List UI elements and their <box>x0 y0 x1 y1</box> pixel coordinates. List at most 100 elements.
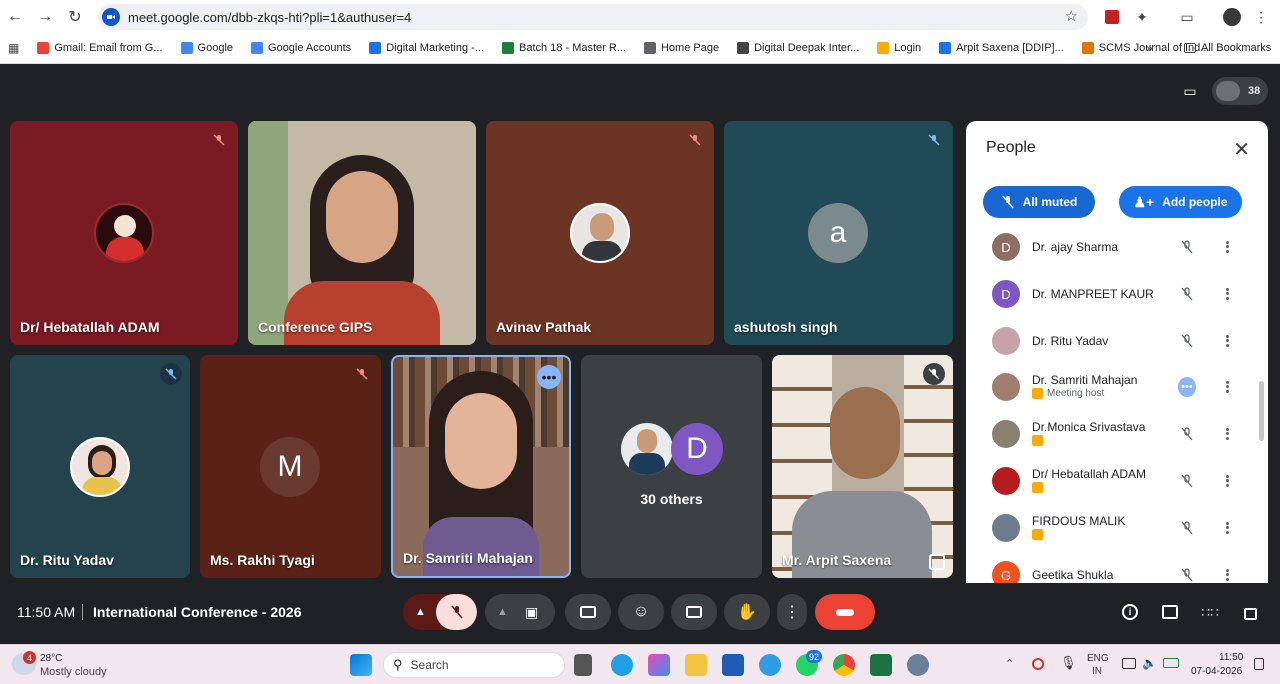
skype-icon[interactable] <box>759 654 781 676</box>
bookmark-item[interactable]: Digital Deepak Inter... <box>737 42 859 54</box>
participant-row[interactable]: FIRDOUS MALIK <box>966 505 1256 551</box>
battery-icon[interactable] <box>1163 658 1179 668</box>
tile-hebatallah[interactable]: Dr/ Hebatallah ADAM <box>10 121 238 345</box>
camera-control[interactable]: ▲ ▣ <box>485 594 555 630</box>
address-bar[interactable]: meet.google.com/dbb-zkqs-hti?pli=1&authu… <box>98 4 1088 30</box>
taskbar-search[interactable]: ⚲ Search <box>383 652 565 678</box>
hide-self-view-button[interactable]: ▭ <box>1176 77 1204 105</box>
raise-hand-button[interactable]: ✋ <box>724 594 770 630</box>
all-muted-button[interactable]: All muted <box>983 186 1095 218</box>
participant-row[interactable]: Dr/ Hebatallah ADAM <box>966 458 1256 504</box>
tray-app-icon[interactable] <box>1032 658 1044 670</box>
language-code[interactable]: ENG <box>1087 653 1109 664</box>
more-options-icon[interactable] <box>1220 332 1234 350</box>
language-region[interactable]: IN <box>1092 666 1102 677</box>
chat-button[interactable] <box>1156 598 1184 626</box>
bookmark-item[interactable]: Google <box>180 42 233 54</box>
mic-off-icon[interactable] <box>1178 425 1196 443</box>
bookmark-item[interactable]: Google Accounts <box>251 42 351 54</box>
participant-row[interactable]: Dr.Monica Srivastava <box>966 411 1256 457</box>
tile-arpit[interactable]: Mr. Arpit Saxena <box>772 355 953 578</box>
mic-off-icon[interactable] <box>1178 332 1196 350</box>
mic-control[interactable]: ▲ <box>403 594 477 630</box>
forward-icon[interactable]: → <box>34 6 56 28</box>
settings-gear-icon[interactable] <box>907 654 929 676</box>
tile-others[interactable]: D 30 others <box>581 355 762 578</box>
chrome-icon[interactable] <box>833 654 855 676</box>
participants-button[interactable]: 38 <box>1212 77 1269 105</box>
reactions-button[interactable]: ☺ <box>618 594 664 630</box>
activities-button[interactable]: ∷∷ <box>1196 598 1224 626</box>
menu-dots-icon[interactable]: ⋮ <box>1250 6 1272 28</box>
bookmark-star-icon[interactable]: ☆ <box>1065 7 1078 25</box>
participant-row[interactable]: Dr. Ritu Yadav <box>966 318 1256 364</box>
mic-off-icon[interactable] <box>1178 519 1196 537</box>
bookmark-item[interactable]: Batch 18 - Master R... <box>502 42 626 54</box>
bookmark-item[interactable]: Gmail: Email from G... <box>37 42 163 54</box>
participant-row[interactable]: Dr. Samriti Mahajan Meeting host ••• <box>966 364 1256 410</box>
tile-rakhi[interactable]: M Ms. Rakhi Tyagi <box>200 355 381 578</box>
mic-off-icon[interactable] <box>1178 566 1196 584</box>
video-options-chevron-icon[interactable]: ▲ <box>497 606 508 618</box>
mic-off-icon[interactable] <box>1178 472 1196 490</box>
reload-icon[interactable]: ↻ <box>64 6 86 28</box>
file-explorer-icon[interactable] <box>685 654 707 676</box>
notification-icon[interactable] <box>1254 658 1264 670</box>
bookmark-item[interactable]: Arpit Saxena [DDIP]... <box>939 42 1064 54</box>
volume-icon[interactable]: 🔈 <box>1142 656 1157 670</box>
audio-options-chevron-icon[interactable]: ▲ <box>415 606 426 618</box>
extension-red-icon[interactable] <box>1101 6 1123 28</box>
participant-row[interactable]: D Dr. ajay Sharma <box>966 232 1256 270</box>
more-options-button[interactable]: ⋮ <box>777 594 807 630</box>
tile-ashutosh[interactable]: a ashutosh singh <box>724 121 953 345</box>
tile-samriti[interactable]: ••• Dr. Samriti Mahajan <box>391 355 571 578</box>
meeting-info-button[interactable]: i <box>1116 598 1144 626</box>
present-button[interactable] <box>565 594 611 630</box>
bookmark-item[interactable]: Login <box>877 42 921 54</box>
all-bookmarks[interactable]: All Bookmarks <box>1184 42 1271 54</box>
microphone-icon[interactable]: 🎙 <box>1060 655 1077 671</box>
mic-off-icon[interactable] <box>1178 238 1196 256</box>
bookmark-item[interactable]: Digital Marketing -... <box>369 42 484 54</box>
more-options-icon[interactable] <box>1220 472 1234 490</box>
add-people-button[interactable]: ♟+ Add people <box>1119 186 1242 218</box>
captions-button[interactable] <box>671 594 717 630</box>
tile-conference-gips[interactable]: Conference GIPS <box>248 121 476 345</box>
apps-grid-icon[interactable]: ▦ <box>8 41 19 55</box>
host-controls-button[interactable] <box>1236 598 1264 626</box>
back-icon[interactable]: ← <box>4 6 26 28</box>
more-options-icon[interactable] <box>1220 519 1234 537</box>
pip-icon[interactable] <box>929 554 945 570</box>
more-options-icon[interactable] <box>1220 425 1234 443</box>
camera-icon[interactable]: ▣ <box>525 604 538 621</box>
more-options-icon[interactable] <box>1220 378 1234 396</box>
cast-icon[interactable]: ▭ <box>1176 6 1198 28</box>
extensions-puzzle-icon[interactable]: ✦ <box>1131 6 1153 28</box>
more-options-icon[interactable] <box>1220 238 1234 256</box>
store-icon[interactable] <box>722 654 744 676</box>
participant-row[interactable]: D Dr. MANPREET KAUR <box>966 271 1256 317</box>
taskbar-clock-time[interactable]: 11:50 <box>1219 652 1243 663</box>
bookmark-item[interactable]: Home Page <box>643 42 719 54</box>
speaking-icon[interactable]: ••• <box>1178 377 1196 397</box>
taskbar-clock-date[interactable]: 07-04-2026 <box>1191 666 1242 677</box>
close-icon[interactable]: ✕ <box>1233 137 1250 162</box>
tile-avinav[interactable]: Avinav Pathak <box>486 121 714 345</box>
site-info-icon[interactable] <box>102 8 120 26</box>
more-bookmarks-icon[interactable]: » <box>1146 41 1153 55</box>
edge-icon[interactable] <box>611 654 633 676</box>
more-options-icon[interactable] <box>1220 285 1234 303</box>
mic-off-icon[interactable] <box>1178 285 1196 303</box>
task-view-icon[interactable] <box>574 654 592 676</box>
leave-call-button[interactable] <box>815 594 875 630</box>
tray-chevron-icon[interactable]: ⌃ <box>1005 657 1014 670</box>
excel-icon[interactable] <box>870 654 892 676</box>
scrollbar[interactable] <box>1259 381 1264 441</box>
mic-off-icon[interactable] <box>436 594 477 630</box>
copilot-icon[interactable] <box>648 654 670 676</box>
profile-avatar-icon[interactable] <box>1221 6 1243 28</box>
tile-ritu[interactable]: Dr. Ritu Yadav <box>10 355 190 578</box>
windows-start-icon[interactable] <box>350 654 372 676</box>
network-icon[interactable] <box>1122 658 1136 669</box>
more-options-icon[interactable] <box>1220 566 1234 584</box>
